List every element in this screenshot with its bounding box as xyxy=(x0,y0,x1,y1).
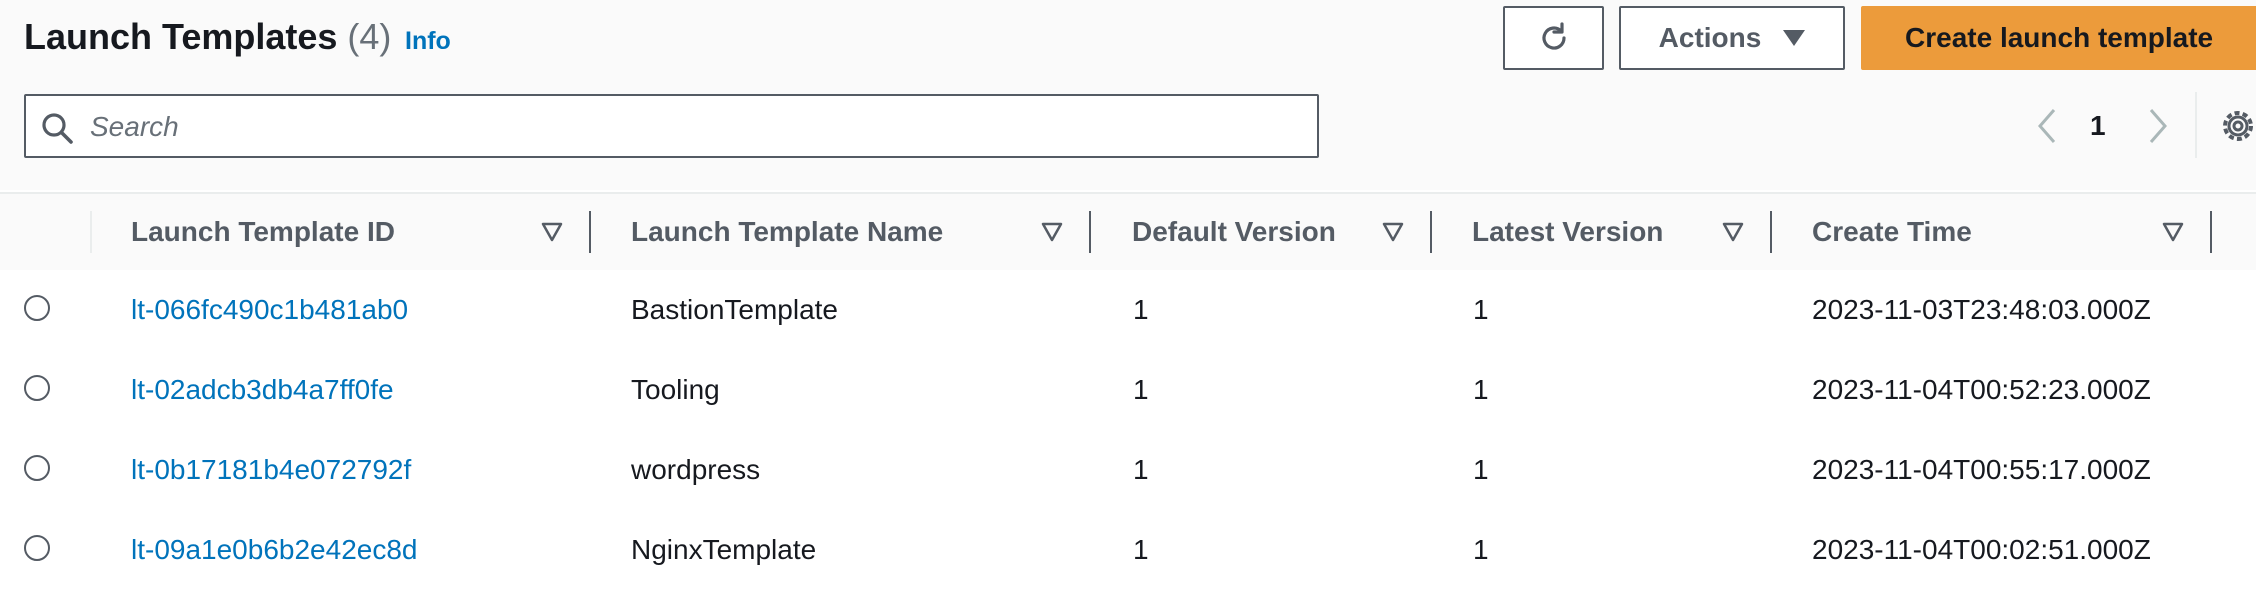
refresh-button[interactable] xyxy=(1503,6,1604,70)
create-launch-template-button[interactable]: Create launch template xyxy=(1861,6,2256,70)
create-time: 2023-11-04T00:55:17.000Z xyxy=(1812,454,2151,485)
latest-version: 1 xyxy=(1473,454,1489,485)
create-time: 2023-11-04T00:02:51.000Z xyxy=(1812,534,2151,565)
column-divider xyxy=(90,211,92,253)
table-row[interactable]: lt-0b17181b4e072792f wordpress 1 1 2023-… xyxy=(0,430,2256,512)
chevron-left-icon[interactable] xyxy=(2032,104,2062,148)
latest-version: 1 xyxy=(1473,374,1489,405)
column-header-latest-version[interactable]: Latest Version xyxy=(1472,194,1772,270)
column-label: Latest Version xyxy=(1472,216,1664,247)
page-title: Launch Templates (4) xyxy=(24,12,391,62)
default-version: 1 xyxy=(1133,374,1149,405)
sort-caret-icon[interactable] xyxy=(1722,222,1744,242)
search-icon xyxy=(42,113,73,144)
default-version: 1 xyxy=(1133,534,1149,565)
launch-template-id-link[interactable]: lt-02adcb3db4a7ff0fe xyxy=(131,372,394,408)
row-select-radio[interactable] xyxy=(24,375,50,401)
default-version: 1 xyxy=(1133,294,1149,325)
caret-down-icon xyxy=(1783,30,1806,46)
launch-template-name: NginxTemplate xyxy=(631,534,817,565)
sort-caret-icon[interactable] xyxy=(541,222,563,242)
column-resizer[interactable] xyxy=(2210,211,2212,253)
column-label: Launch Template Name xyxy=(631,216,944,247)
launch-template-name: Tooling xyxy=(631,374,720,405)
launch-template-name: BastionTemplate xyxy=(631,294,839,325)
sort-caret-icon[interactable] xyxy=(1382,222,1404,242)
launch-template-id-link[interactable]: lt-09a1e0b6b2e42ec8d xyxy=(131,532,417,568)
create-time: 2023-11-04T00:52:23.000Z xyxy=(1812,374,2151,405)
sort-caret-icon[interactable] xyxy=(1041,222,1063,242)
column-header-launch-template-name[interactable]: Launch Template Name xyxy=(631,194,1091,270)
column-header-create-time[interactable]: Create Time xyxy=(1812,194,2212,270)
pager-divider xyxy=(2195,92,2197,158)
gear-icon[interactable] xyxy=(2218,106,2256,146)
column-label: Create Time xyxy=(1812,216,1972,247)
row-select-radio[interactable] xyxy=(24,295,50,321)
refresh-icon xyxy=(1541,22,1566,50)
column-label: Launch Template ID xyxy=(131,216,395,247)
launch-template-id-link[interactable]: lt-066fc490c1b481ab0 xyxy=(131,292,408,328)
row-select-radio[interactable] xyxy=(24,535,50,561)
create-launch-template-label: Create launch template xyxy=(1905,22,2214,53)
column-resizer[interactable] xyxy=(1430,211,1432,253)
latest-version: 1 xyxy=(1473,534,1489,565)
sort-caret-icon[interactable] xyxy=(2162,222,2184,242)
create-time: 2023-11-03T23:48:03.000Z xyxy=(1812,294,2151,325)
column-header-default-version[interactable]: Default Version xyxy=(1132,194,1432,270)
actions-dropdown[interactable]: Actions xyxy=(1619,6,1845,70)
table-header: Launch Template ID Launch Template Name … xyxy=(0,192,2256,272)
table-row[interactable]: lt-02adcb3db4a7ff0fe Tooling 1 1 2023-11… xyxy=(0,350,2256,432)
actions-label: Actions xyxy=(1658,22,1762,53)
table-row[interactable]: lt-09a1e0b6b2e42ec8d NginxTemplate 1 1 2… xyxy=(0,510,2256,590)
template-count: (4) xyxy=(347,16,392,57)
column-resizer[interactable] xyxy=(1770,211,1772,253)
column-label: Default Version xyxy=(1132,216,1336,247)
search-input[interactable] xyxy=(88,104,1292,150)
page-header: Launch Templates (4) Info Actions Create… xyxy=(0,0,2256,190)
chevron-right-icon[interactable] xyxy=(2143,104,2173,148)
latest-version: 1 xyxy=(1473,294,1489,325)
current-page[interactable]: 1 xyxy=(2090,108,2106,144)
table-row[interactable]: lt-066fc490c1b481ab0 BastionTemplate 1 1… xyxy=(0,270,2256,352)
column-header-launch-template-id[interactable]: Launch Template ID xyxy=(131,194,591,270)
column-resizer[interactable] xyxy=(589,211,591,253)
page-title-text: Launch Templates xyxy=(24,16,338,57)
launch-template-name: wordpress xyxy=(631,454,761,485)
info-link[interactable]: Info xyxy=(405,25,451,57)
search-box xyxy=(24,94,1319,158)
column-resizer[interactable] xyxy=(1089,211,1091,253)
default-version: 1 xyxy=(1133,454,1149,485)
row-select-radio[interactable] xyxy=(24,455,50,481)
launch-template-id-link[interactable]: lt-0b17181b4e072792f xyxy=(131,452,411,488)
